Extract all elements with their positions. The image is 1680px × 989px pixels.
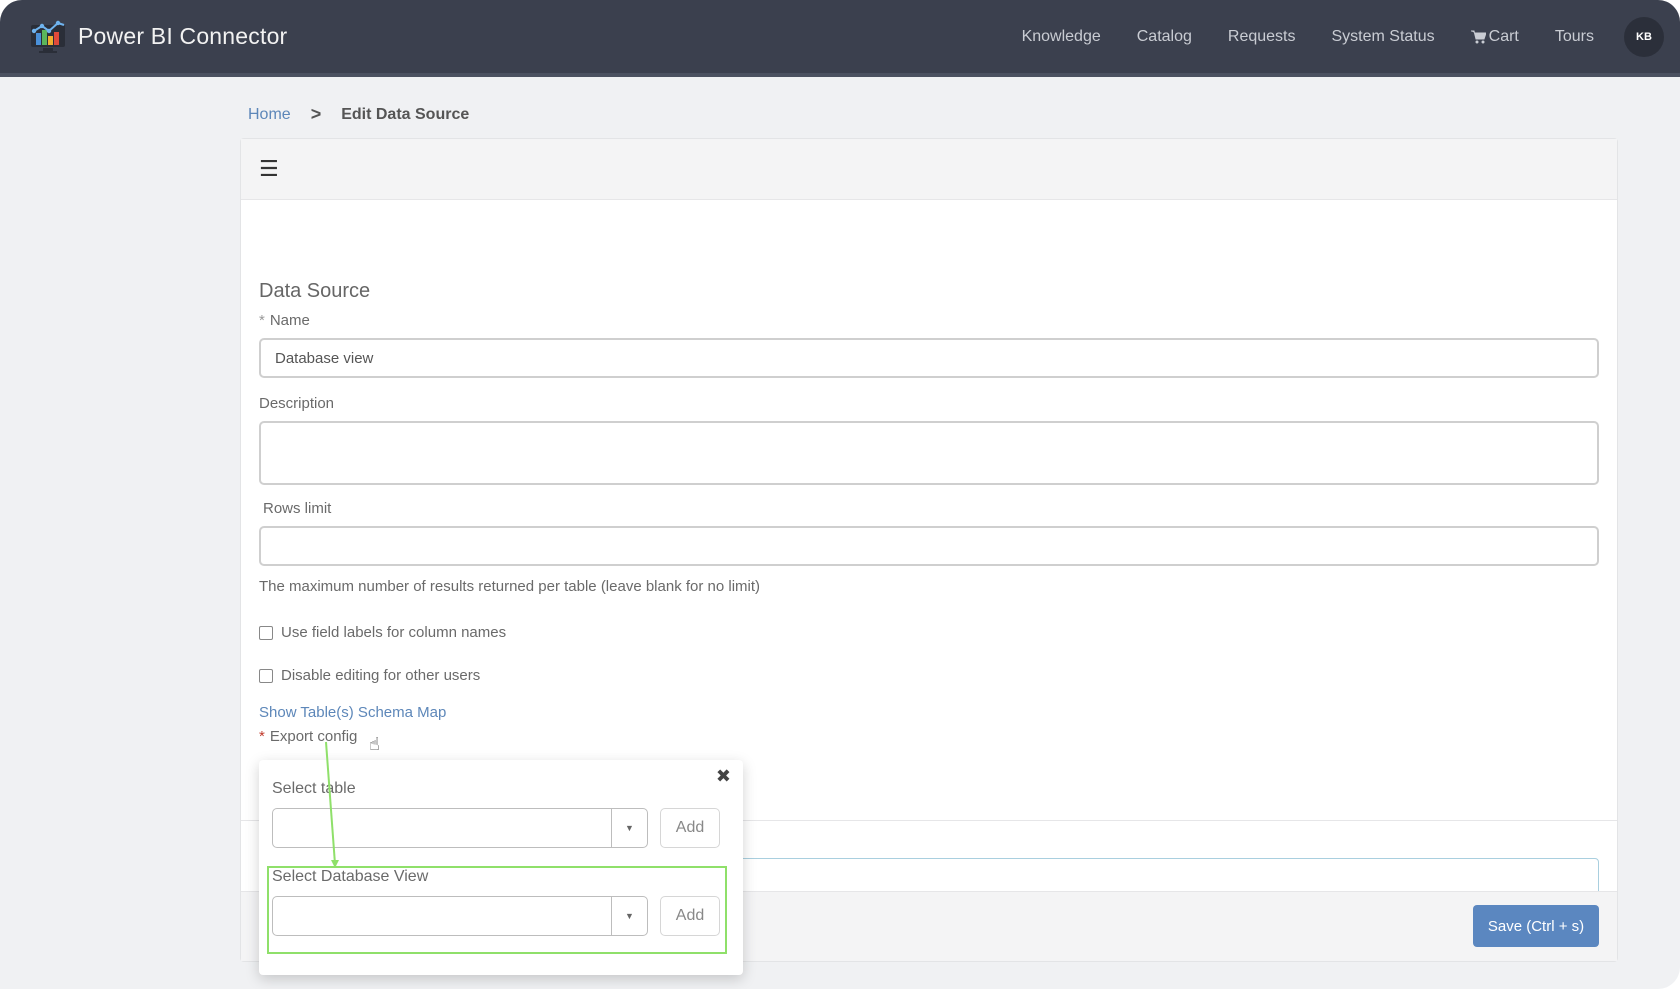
nav-tours[interactable]: Tours [1555,28,1594,46]
nav-cart[interactable]: Cart [1470,27,1519,46]
field-labels-checkbox-label[interactable]: Use field labels for column names [281,624,506,641]
hamburger-icon[interactable]: ☰ [259,156,279,182]
nav-requests[interactable]: Requests [1228,28,1296,46]
breadcrumb: Home > Edit Data Source [248,104,469,125]
breadcrumb-home[interactable]: Home [248,106,291,124]
bar-chart-monitor-icon [31,20,65,53]
required-asterisk: * [259,312,265,329]
panel-header: ☰ [241,139,1617,200]
section-title: Data Source [259,280,371,302]
save-button[interactable]: Save (Ctrl + s) [1473,905,1599,947]
dropdown-arrow-icon[interactable]: ▼ [611,897,647,935]
select-table-dropdown[interactable]: ▼ [272,808,648,848]
show-schema-map-link[interactable]: Show Table(s) Schema Map [259,704,446,721]
add-source-popover: ✖ Select table ▼ Add Select Database Vie… [259,760,743,975]
select-database-view-dropdown[interactable]: ▼ [272,896,648,936]
nav-cart-label: Cart [1488,27,1519,45]
user-avatar[interactable]: KB [1624,16,1664,57]
top-navbar: Power BI Connector Knowledge Catalog Req… [0,0,1680,77]
add-table-button[interactable]: Add [660,808,720,848]
breadcrumb-current: Edit Data Source [341,105,470,123]
nav-catalog[interactable]: Catalog [1137,28,1192,46]
disable-editing-checkbox[interactable] [259,668,273,683]
field-labels-option: Use field labels for column names [259,624,506,641]
app-window: Power BI Connector Knowledge Catalog Req… [0,0,1680,989]
select-table-label: Select table [272,780,356,797]
rows-limit-label: Rows limit [263,500,332,517]
disable-editing-checkbox-label[interactable]: Disable editing for other users [281,667,480,684]
chevron-right-icon: > [310,104,322,124]
export-config-label: * Export config [259,728,358,745]
description-textarea[interactable] [259,421,1599,485]
close-icon[interactable]: ✖ [716,766,731,787]
name-label: * Name [259,312,310,329]
disable-editing-option: Disable editing for other users [259,667,480,684]
nav-system-status[interactable]: System Status [1331,28,1434,46]
rows-limit-input[interactable] [259,526,1599,566]
cart-icon [1470,30,1486,43]
dropdown-arrow-icon[interactable]: ▼ [611,809,647,847]
add-view-button[interactable]: Add [660,896,720,936]
name-input[interactable]: Database view [259,338,1599,378]
brand[interactable]: Power BI Connector [28,19,287,55]
select-view-label: Select Database View [272,868,429,885]
nav-knowledge[interactable]: Knowledge [1022,28,1101,46]
app-title: Power BI Connector [78,23,288,49]
rows-limit-help: The maximum number of results returned p… [259,578,761,595]
description-label: Description [259,395,335,412]
main-nav: Knowledge Catalog Requests System Status… [1022,0,1680,73]
field-labels-checkbox[interactable] [259,625,273,640]
required-asterisk: * [259,728,265,745]
